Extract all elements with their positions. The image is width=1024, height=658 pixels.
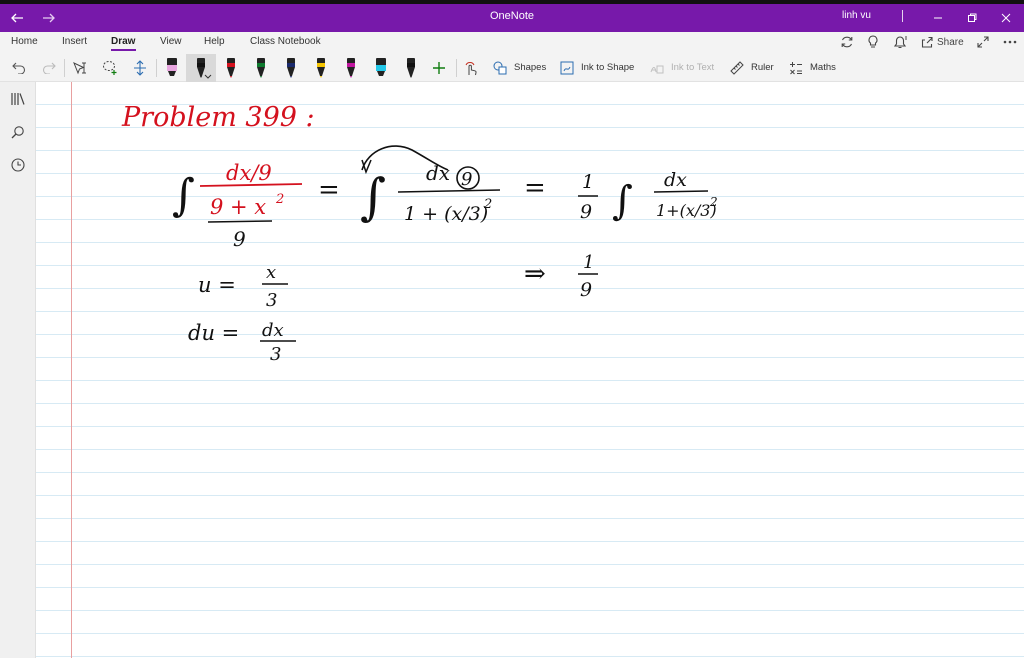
share-icon: [921, 36, 933, 48]
title-bar: OneNote linh vu: [0, 0, 1024, 32]
lasso-select-icon[interactable]: [100, 56, 120, 80]
tab-home[interactable]: Home: [11, 36, 38, 47]
sync-icon[interactable]: [840, 34, 854, 50]
lightbulb-icon[interactable]: [867, 34, 879, 50]
share-label: Share: [937, 36, 964, 48]
pen-6-icon[interactable]: [343, 56, 359, 80]
maths-button[interactable]: Maths: [810, 62, 836, 73]
pen-5-icon[interactable]: [313, 56, 329, 80]
ruler-icon[interactable]: [729, 56, 745, 80]
close-icon[interactable]: [996, 4, 1016, 32]
minimize-icon[interactable]: [928, 4, 948, 32]
shapes-button[interactable]: Shapes: [514, 62, 546, 73]
tab-view[interactable]: View: [160, 36, 182, 47]
restore-icon[interactable]: [962, 4, 982, 32]
pen-2-icon[interactable]: [223, 56, 239, 80]
pen-0-icon[interactable]: [164, 56, 180, 80]
ink-to-text-icon: [649, 56, 665, 80]
note-page-canvas[interactable]: [36, 82, 1024, 658]
ink-to-shape-icon[interactable]: [559, 56, 575, 80]
add-pen-icon[interactable]: [430, 56, 448, 80]
redo-icon[interactable]: [40, 56, 58, 80]
navigation-rail: [0, 82, 36, 658]
page-margin-line: [71, 82, 72, 658]
ruler-button[interactable]: Ruler: [751, 62, 774, 73]
shapes-icon[interactable]: [492, 56, 508, 80]
user-name[interactable]: linh vu: [842, 10, 871, 21]
ink-to-text-button: Ink to Text: [671, 62, 715, 73]
forward-arrow-icon[interactable]: [38, 4, 60, 32]
tab-class-notebook[interactable]: Class Notebook: [250, 36, 321, 47]
share-button[interactable]: Share: [921, 34, 964, 50]
maths-icon[interactable]: [788, 56, 804, 80]
pen-7-icon[interactable]: [373, 56, 389, 80]
add-space-icon[interactable]: [130, 56, 150, 80]
back-arrow-icon[interactable]: [6, 4, 28, 32]
recent-clock-icon[interactable]: [9, 156, 27, 174]
pen-4-icon[interactable]: [283, 56, 299, 80]
type-select-icon[interactable]: [70, 56, 90, 80]
active-tab-indicator: [111, 49, 136, 51]
expand-icon[interactable]: [977, 34, 989, 50]
pen-8-icon[interactable]: [403, 56, 419, 80]
notification-bell-icon[interactable]: [894, 34, 910, 50]
search-icon[interactable]: [9, 123, 27, 141]
tab-help[interactable]: Help: [204, 36, 225, 47]
ink-to-shape-button[interactable]: Ink to Shape: [581, 62, 634, 73]
touch-draw-icon[interactable]: [461, 56, 481, 80]
tab-draw[interactable]: Draw: [111, 36, 135, 47]
draw-toolbar: [0, 54, 1024, 82]
tab-insert[interactable]: Insert: [62, 36, 87, 47]
pen-3-icon[interactable]: [253, 56, 269, 80]
onenote-window: OneNote linh vu Home Insert Draw View He…: [0, 0, 1024, 658]
notebooks-icon[interactable]: [9, 90, 27, 108]
more-options-icon[interactable]: [1003, 34, 1017, 50]
undo-icon[interactable]: [10, 56, 28, 80]
chevron-down-icon[interactable]: [203, 72, 213, 80]
